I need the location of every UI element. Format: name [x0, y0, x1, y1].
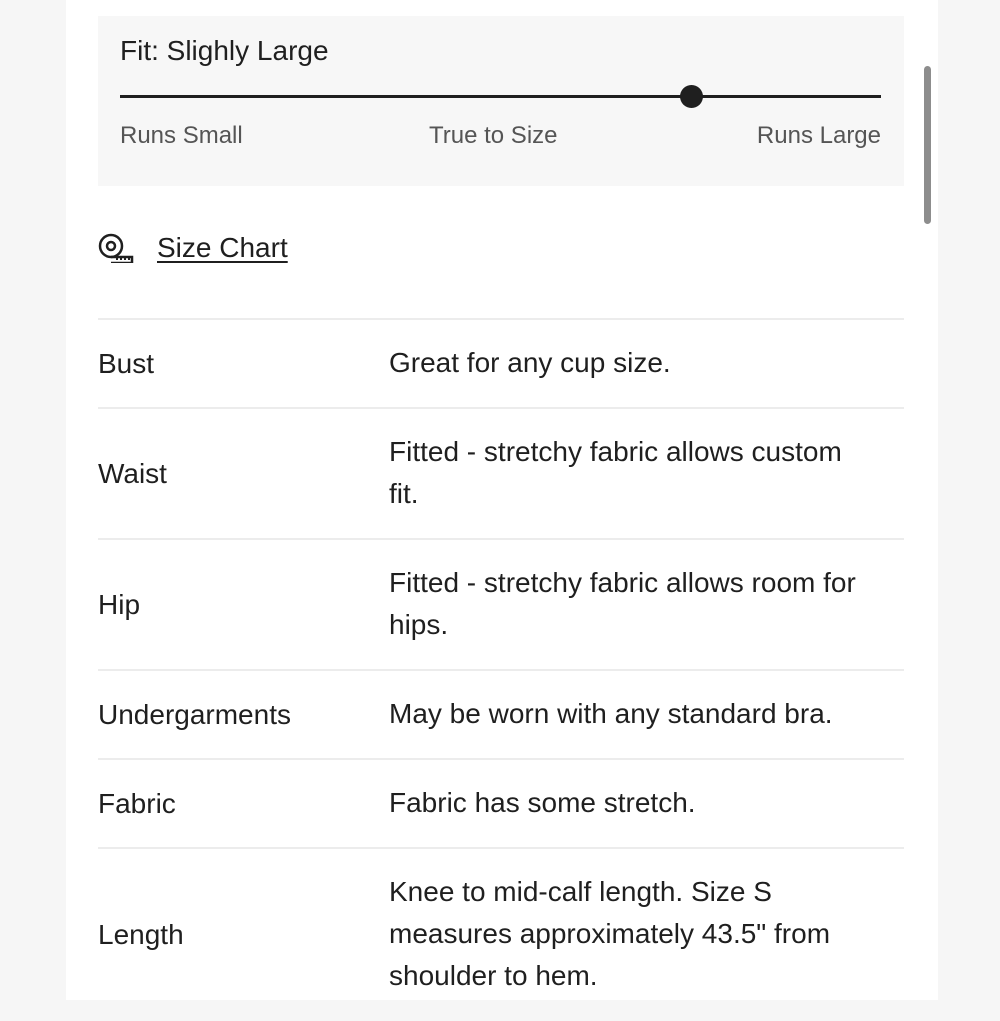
spec-row-hip: Hip Fitted - stretchy fabric allows room… — [98, 538, 904, 669]
spec-value-line: May be worn with any standard bra. — [389, 698, 833, 729]
spec-name: Fabric — [98, 787, 176, 819]
spec-row-bust: Bust Great for any cup size. — [98, 318, 904, 407]
fit-summary: Fit: Slighly Large Runs Small True to Si… — [98, 16, 904, 186]
spec-name: Bust — [98, 347, 155, 379]
spec-row-undergarments: Undergarments May be worn with any stand… — [98, 669, 904, 758]
fit-title: Fit: Slighly Large — [120, 35, 329, 66]
spec-value-line: measures approximately 43.5" from — [389, 918, 831, 949]
spec-row-length: Length Knee to mid-calf length. Size S m… — [98, 847, 904, 1021]
fit-scale-marker — [679, 85, 703, 108]
measuring-tape-icon — [97, 233, 135, 263]
spec-value-line: shoulder to hem. — [389, 960, 598, 991]
spec-value-line: hips. — [389, 609, 449, 640]
spec-value: Great for any cup size. — [389, 342, 904, 384]
vertical-scrollbar[interactable] — [924, 66, 931, 224]
spec-value-line: Great for any cup size. — [389, 347, 671, 378]
fit-scale-track — [120, 85, 881, 108]
spec-name: Hip — [98, 588, 141, 620]
spec-value-line: Fabric has some stretch. — [389, 787, 696, 818]
spec-value-line: Fitted - stretchy fabric allows custom — [389, 436, 842, 467]
spec-row-waist: Waist Fitted - stretchy fabric allows cu… — [98, 407, 904, 538]
spec-value: May be worn with any standard bra. — [389, 693, 904, 735]
spec-row-fabric: Fabric Fabric has some stretch. — [98, 758, 904, 847]
size-chart-label: Size Chart — [157, 232, 288, 263]
spec-value: Knee to mid-calf length. Size S measures… — [389, 871, 904, 997]
spec-value: Fitted - stretchy fabric allows custom f… — [389, 431, 904, 515]
spec-name: Waist — [98, 457, 167, 489]
size-chart-link[interactable]: Size Chart — [97, 232, 288, 264]
spec-value-line: Knee to mid-calf length. Size S — [389, 876, 772, 907]
spec-value-line: Fitted - stretchy fabric allows room for — [389, 567, 856, 598]
spec-name: Length — [98, 919, 184, 950]
spec-value: Fabric has some stretch. — [389, 782, 904, 824]
spec-value: Fitted - stretchy fabric allows room for… — [389, 562, 904, 646]
spec-value-line: fit. — [389, 478, 419, 509]
runs-large-label: Runs Large — [756, 122, 881, 149]
true-to-size-label: True to Size — [429, 122, 558, 149]
runs-small-label: Runs Small — [120, 122, 243, 149]
spec-name: Undergarments — [98, 698, 291, 730]
